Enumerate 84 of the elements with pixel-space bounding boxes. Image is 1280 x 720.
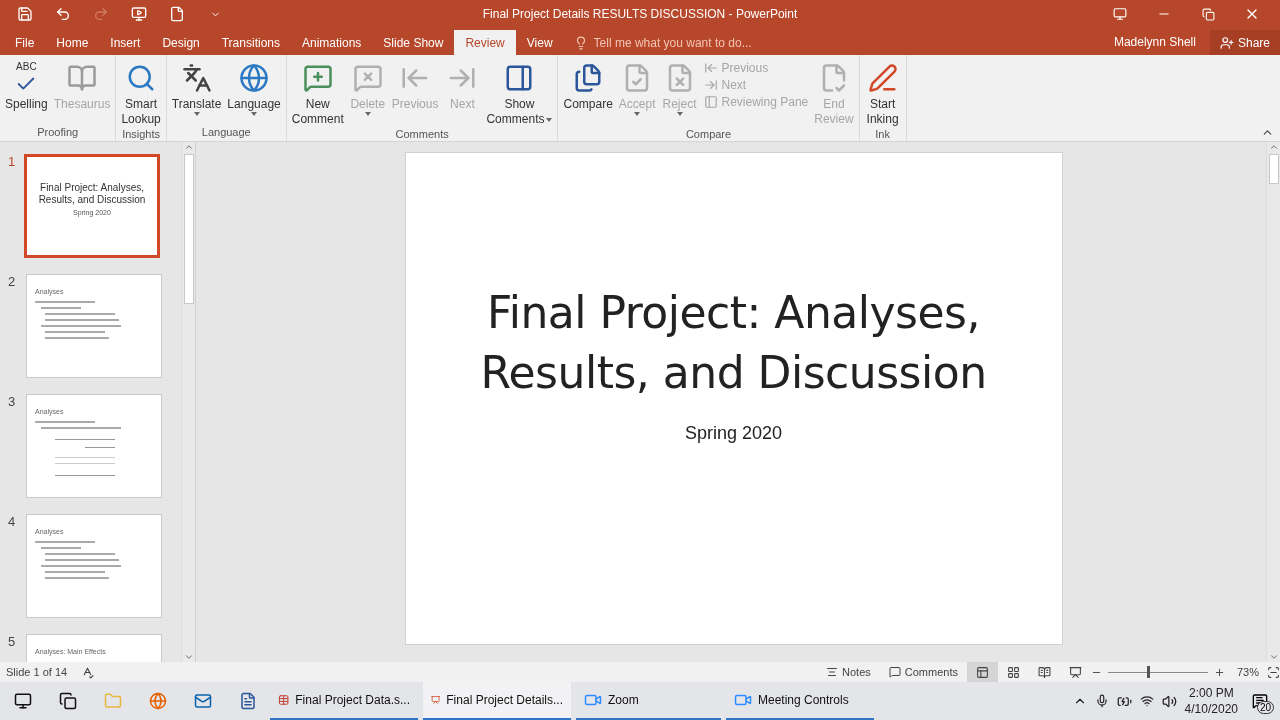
lines-icon: [826, 666, 839, 678]
slide-canvas[interactable]: Final Project: Analyses, Results, and Discussion Spring 2020: [404, 152, 1063, 645]
notifications-button[interactable]: 20: [1246, 686, 1274, 716]
taskbar-window[interactable]: Zoom: [576, 682, 721, 720]
person-plus-icon: [1219, 35, 1234, 50]
thumbnail-title: Final Project: Analyses, Results, and Discussion: [37, 182, 147, 206]
ribbon-button[interactable]: Language: [225, 57, 283, 125]
window-title: Final Project Details RESULTS DISCUSSION - PowerPoint: [482, 7, 798, 21]
pen-icon: [867, 63, 898, 93]
translate-icon: [181, 63, 212, 93]
scrollbar[interactable]: [1266, 142, 1280, 662]
ribbon-tab[interactable]: Home: [45, 30, 100, 55]
scroll-down-icon: [1268, 652, 1279, 662]
ribbon-button[interactable]: Smart Lookup: [119, 57, 163, 127]
scroll-down-icon: [183, 652, 194, 662]
comments-button[interactable]: Comments: [879, 662, 967, 682]
grid-icon: [1006, 665, 1020, 679]
scrollbar[interactable]: [181, 142, 195, 662]
ribbon-tab[interactable]: Transitions: [210, 30, 291, 55]
group-label: Ink: [874, 127, 891, 141]
ribbon-button[interactable]: Show Comments: [484, 57, 555, 127]
arrow-left-icon: [703, 61, 718, 75]
share-button[interactable]: Share: [1209, 30, 1280, 55]
panel-icon: [504, 63, 535, 93]
slide-count: Slide 1 of 14: [6, 666, 68, 678]
slide-number: 2: [8, 274, 17, 291]
scroll-thumb[interactable]: [1268, 154, 1279, 184]
fit-slide-icon[interactable]: [1267, 665, 1280, 679]
view-button[interactable]: [966, 662, 998, 682]
ribbon-tab[interactable]: Insert: [99, 30, 152, 55]
ribbon-button[interactable]: ABC Spelling: [3, 57, 50, 125]
comment-icon: [888, 666, 901, 678]
undo-icon[interactable]: [55, 6, 71, 22]
scroll-up-icon: [183, 142, 194, 152]
group-label: Comments: [394, 127, 450, 141]
ribbon-button[interactable]: Translate: [169, 57, 224, 125]
scroll-thumb[interactable]: [183, 154, 194, 304]
group-label: Compare: [684, 127, 733, 141]
book-icon: [67, 63, 98, 93]
ribbon-tab[interactable]: Animations: [291, 30, 373, 55]
new-file-icon[interactable]: [169, 6, 185, 22]
ribbon-tab[interactable]: Review: [454, 30, 516, 55]
slide-title: Final Project: Analyses, Results, and Discussion: [479, 286, 988, 400]
presentation-icon: [1068, 665, 1082, 679]
user-name: Madelynn Shell: [1113, 34, 1197, 51]
clock[interactable]: 2:00 PM 4/10/2020: [1184, 685, 1238, 717]
presentation-icon[interactable]: [131, 6, 147, 22]
panel-icon: [703, 95, 718, 109]
taskbar-window[interactable]: Final Project Details...: [423, 682, 571, 720]
slide-subtitle: Spring 2020: [684, 423, 783, 444]
zoom-percent[interactable]: 73%: [1236, 666, 1259, 678]
slide-number: 1: [8, 154, 17, 171]
group-label: Insights: [121, 127, 162, 141]
slide-number: 5: [8, 634, 17, 651]
volume-icon[interactable]: [1161, 693, 1177, 709]
ribbon-tab[interactable]: Design: [151, 30, 211, 55]
ribbon-tab[interactable]: View: [515, 30, 564, 55]
group-label: Language: [200, 125, 252, 140]
tell-me-field[interactable]: Tell me what you want to do...: [591, 34, 762, 51]
ribbon-button[interactable]: Compare: [561, 57, 615, 127]
taskbar-window[interactable]: Meeting Controls: [726, 682, 874, 720]
arrow-right-icon: [703, 78, 718, 92]
zoom-in-icon[interactable]: [1213, 666, 1225, 678]
notes-button[interactable]: Notes: [817, 662, 880, 682]
comment-delete-icon: [352, 63, 383, 93]
ribbon-button[interactable]: Start Inking: [862, 57, 903, 127]
spelling-icon[interactable]: [81, 665, 95, 679]
comment-plus-icon: [302, 63, 333, 93]
slide-number: 3: [8, 394, 17, 411]
zoom-thumb[interactable]: [1146, 666, 1150, 678]
ribbon-tab[interactable]: File: [4, 30, 46, 55]
documents-icon: [573, 63, 604, 93]
ribbon-tab[interactable]: Slide Show: [372, 30, 455, 55]
globe-icon: [239, 63, 270, 93]
ribbon-button[interactable]: New Comment: [289, 57, 346, 127]
slide-number: 4: [8, 514, 17, 531]
taskbar-window[interactable]: Final Project Data.s...: [270, 682, 418, 720]
book-icon: [1037, 665, 1051, 679]
scroll-up-icon: [1268, 142, 1279, 152]
normal-view-icon: [975, 665, 989, 679]
save-icon[interactable]: [17, 6, 33, 22]
microphone-icon[interactable]: [1094, 694, 1109, 708]
wifi-icon[interactable]: [1139, 694, 1154, 708]
group-label: Proofing: [36, 125, 80, 140]
